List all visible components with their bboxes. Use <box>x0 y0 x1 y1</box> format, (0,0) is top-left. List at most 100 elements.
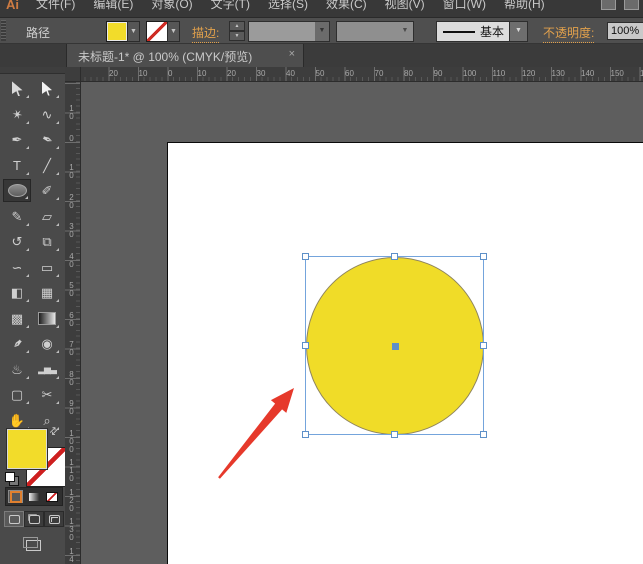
tab-close-icon[interactable]: × <box>289 48 295 60</box>
panel-grip[interactable] <box>1 20 6 41</box>
line-segment-tool-icon: ╱ <box>43 159 51 172</box>
draw-behind-button[interactable] <box>24 511 44 527</box>
mesh-tool-icon: ▩ <box>11 312 23 325</box>
gradient-tool-button[interactable] <box>33 307 61 330</box>
column-graph-tool-button[interactable]: ▂▅▃ <box>33 358 61 381</box>
gradient-button[interactable] <box>26 490 41 503</box>
selection-handle[interactable] <box>302 431 309 438</box>
stepper-up-icon[interactable]: ▲ <box>229 21 245 31</box>
menu-item[interactable]: 效果(C) <box>317 0 376 13</box>
tools-panel-header[interactable] <box>0 67 65 74</box>
blend-tool-icon: ◉ <box>41 337 52 350</box>
color-button[interactable] <box>8 490 23 503</box>
fill-dropdown-arrow-icon[interactable]: ▼ <box>127 21 140 42</box>
scale-tool-button[interactable]: ⧉ <box>33 230 61 253</box>
fill-color-swatch[interactable] <box>106 21 128 42</box>
shape-builder-tool-button[interactable]: ◧ <box>3 281 31 304</box>
brush-dropdown-arrow-icon[interactable]: ▼ <box>399 22 411 41</box>
eraser-tool-button[interactable]: ▱ <box>33 205 61 228</box>
ruler-label: 30 <box>68 223 75 239</box>
stroke-weight-stepper[interactable]: ▲ ▼ <box>229 21 245 42</box>
ruler-label: 90 <box>434 69 443 78</box>
restore-icon[interactable] <box>624 0 639 10</box>
menu-item[interactable]: 帮助(H) <box>495 0 554 13</box>
menu-item[interactable]: 选择(S) <box>259 0 317 13</box>
pen-tool-icon: ✒ <box>12 133 23 146</box>
selection-handle[interactable] <box>391 253 398 260</box>
blend-tool-button[interactable]: ◉ <box>33 332 61 355</box>
menu-item[interactable]: 文件(F) <box>27 0 84 13</box>
fill-swatch[interactable] <box>7 429 47 469</box>
symbol-sprayer-tool-button[interactable]: ♨ <box>3 358 31 381</box>
draw-normal-button[interactable] <box>4 511 24 527</box>
menu-item[interactable]: 编辑(E) <box>84 0 142 13</box>
opacity-input[interactable]: 100% <box>607 22 643 40</box>
eyedropper-tool-icon: ✒ <box>9 335 26 352</box>
stepper-down-icon[interactable]: ▼ <box>229 31 245 41</box>
shape-center-point[interactable] <box>392 343 399 350</box>
stroke-dropdown-arrow-icon[interactable]: ▼ <box>167 21 180 42</box>
selection-tool-button[interactable] <box>3 77 31 100</box>
lasso-tool-button[interactable]: ∿ <box>33 103 61 126</box>
width-tool-button[interactable]: ∽ <box>3 256 31 279</box>
stroke-color-swatch[interactable] <box>146 21 168 42</box>
brush-definition-dropdown[interactable]: ▼ <box>336 21 414 42</box>
menu-item[interactable]: 窗口(W) <box>434 0 495 13</box>
menu-bar: Ai 文件(F)编辑(E)对象(O)文字(T)选择(S)效果(C)视图(V)窗口… <box>0 0 643 18</box>
document-tab-title: 未标题-1* @ 100% (CMYK/预览) <box>78 48 252 65</box>
selection-handle[interactable] <box>302 253 309 260</box>
ruler-label: 50 <box>68 282 75 298</box>
illustrator-window: Ai 文件(F)编辑(E)对象(O)文字(T)选择(S)效果(C)视图(V)窗口… <box>0 0 643 564</box>
mesh-tool-button[interactable]: ▩ <box>3 307 31 330</box>
direct-selection-tool-button[interactable] <box>33 77 61 100</box>
type-tool-icon: T <box>13 159 21 172</box>
pencil-tool-button[interactable]: ✎ <box>3 205 31 228</box>
default-fill-stroke-icon[interactable] <box>5 472 19 486</box>
line-segment-tool-button[interactable]: ╱ <box>33 154 61 177</box>
selection-handle[interactable] <box>302 342 309 349</box>
canvas-area[interactable] <box>81 82 643 564</box>
none-button[interactable] <box>44 490 59 503</box>
document-tab[interactable]: 未标题-1* @ 100% (CMYK/预览) × <box>66 44 304 67</box>
minimize-icon[interactable] <box>601 0 616 10</box>
ruler-label: 10 <box>68 105 75 121</box>
paintbrush-tool-button[interactable]: ✐ <box>33 179 61 202</box>
ruler-label: 20 <box>227 69 236 78</box>
type-tool-button[interactable]: T <box>3 154 31 177</box>
ruler-label: 10 <box>139 69 148 78</box>
stroke-weight-dropdown[interactable]: ▼ <box>248 21 330 42</box>
menu-item[interactable]: 文字(T) <box>202 0 259 13</box>
rotate-tool-icon: ↺ <box>12 235 23 248</box>
stroke-weight-label[interactable]: 描边: <box>192 24 219 43</box>
menu-item[interactable]: 对象(O) <box>142 0 201 13</box>
ruler-horizontal: 2010010203040506070809010011012013014015… <box>65 67 643 82</box>
draw-inside-button[interactable] <box>44 511 64 527</box>
screen-mode-button[interactable] <box>19 535 47 555</box>
selection-handle[interactable] <box>391 431 398 438</box>
opacity-label[interactable]: 不透明度: <box>543 24 594 43</box>
gradient-icon <box>29 493 39 501</box>
eraser-tool-icon: ▱ <box>42 210 52 223</box>
stroke-weight-dropdown-arrow-icon[interactable]: ▼ <box>315 22 329 41</box>
ruler-label: 70 <box>375 69 384 78</box>
ellipse-tool-icon <box>8 184 27 197</box>
rotate-tool-button[interactable]: ↺ <box>3 230 31 253</box>
eyedropper-tool-button[interactable]: ✒ <box>3 332 31 355</box>
menu-item[interactable]: 视图(V) <box>376 0 434 13</box>
style-dropdown-arrow-icon[interactable]: ▼ <box>509 22 527 41</box>
slice-tool-button[interactable]: ✂ <box>33 383 61 406</box>
artboard-tool-button[interactable]: ▢ <box>3 383 31 406</box>
free-transform-tool-button[interactable]: ▭ <box>33 256 61 279</box>
selection-handle[interactable] <box>480 253 487 260</box>
graphic-style-dropdown[interactable]: 基本 ▼ <box>436 21 528 42</box>
pen-tool-button[interactable]: ✒ <box>3 128 31 151</box>
curvature-tool-button[interactable]: ✒ <box>33 128 61 151</box>
ruler-label: 80 <box>404 69 413 78</box>
magic-wand-tool-button[interactable]: ✶ <box>3 103 31 126</box>
perspective-grid-tool-button[interactable]: ▦ <box>33 281 61 304</box>
scale-tool-icon: ⧉ <box>42 235 51 248</box>
free-transform-tool-icon: ▭ <box>41 261 53 274</box>
ellipse-tool-button[interactable] <box>3 179 31 202</box>
selection-handle[interactable] <box>480 342 487 349</box>
selection-handle[interactable] <box>480 431 487 438</box>
